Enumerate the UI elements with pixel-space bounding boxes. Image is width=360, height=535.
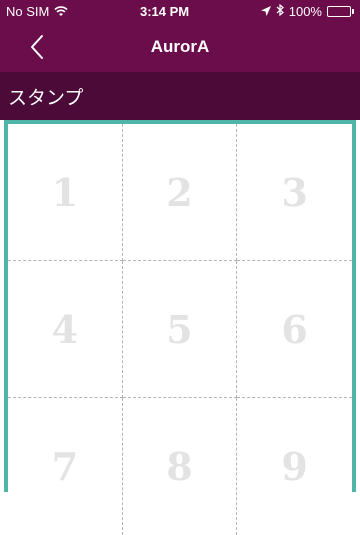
status-left: No SIM	[6, 4, 68, 19]
stamp-cell-4[interactable]: 4	[8, 261, 123, 398]
stamp-cell-5[interactable]: 5	[122, 261, 238, 398]
stamp-cell-1[interactable]: 1	[8, 124, 123, 261]
stamp-grid: 1 2 3 4 5 6 7 8 9	[8, 124, 352, 535]
status-time: 3:14 PM	[139, 3, 190, 19]
navigation-bar: AurorA	[0, 22, 360, 72]
status-bar: No SIM 3:14 PM 100%	[0, 0, 360, 22]
back-button[interactable]	[26, 34, 50, 60]
stamp-card: 1 2 3 4 5 6 7 8 9	[4, 120, 356, 535]
section-title: スタンプ	[8, 87, 84, 109]
chevron-left-icon	[31, 35, 43, 59]
stamp-cell-8[interactable]: 8	[123, 398, 238, 535]
carrier-label: No SIM	[6, 3, 50, 19]
status-right: 100%	[260, 3, 354, 19]
bluetooth-icon	[276, 3, 284, 19]
battery-icon	[326, 5, 354, 17]
stamp-cell-7[interactable]: 7	[8, 398, 123, 535]
page-title: AurorA	[150, 37, 210, 56]
location-arrow-icon	[260, 4, 271, 19]
battery-percent: 100%	[288, 3, 322, 19]
stamp-cell-2[interactable]: 2	[122, 124, 238, 261]
stamp-cell-3[interactable]: 3	[237, 124, 352, 261]
section-header: スタンプ	[0, 72, 360, 120]
wifi-icon	[54, 5, 68, 17]
stamp-cell-9[interactable]: 9	[237, 398, 352, 535]
stamp-cell-6[interactable]: 6	[237, 261, 352, 398]
